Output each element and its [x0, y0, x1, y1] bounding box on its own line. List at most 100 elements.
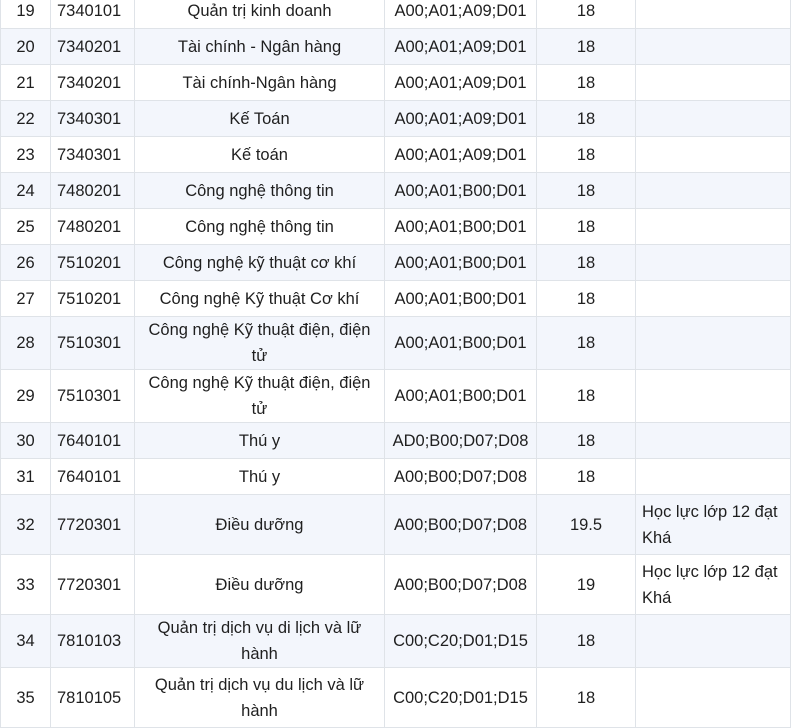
- table-row: 20 7340201 Tài chính - Ngân hàng A00;A01;A0…: [0, 28, 791, 65]
- cell-subject-combination: A00;B00;D07;D08: [384, 494, 537, 555]
- cell-score: 18: [536, 28, 636, 65]
- table-row: 24 7480201 Công nghệ thông tin A00;A01;B00;…: [0, 172, 791, 209]
- cell-subject-combination: A00;A01;B00;D01: [384, 208, 537, 245]
- cell-major-code: 7510301: [50, 316, 135, 370]
- cell-score: 18: [536, 458, 636, 495]
- cell-note: [635, 280, 791, 317]
- table-row: 25 7480201 Công nghệ thông tin A00;A01;B00;…: [0, 208, 791, 245]
- cell-stt: 21: [0, 64, 51, 101]
- admission-score-table: 19 7340101 Quản trị kinh doanh A00;A01;A09;…: [0, 0, 791, 728]
- cell-major-code: 7340201: [50, 28, 135, 65]
- cell-note: Học lực lớp 12 đạt Khá: [635, 554, 791, 615]
- cell-major-code: 7340201: [50, 64, 135, 101]
- cell-score: 18: [536, 136, 636, 173]
- cell-subject-combination: A00;B00;D07;D08: [384, 458, 537, 495]
- table-body: 19 7340101 Quản trị kinh doanh A00;A01;A09;…: [0, 0, 791, 728]
- table-row: 35 7810105 Quản trị dịch vụ du lịch và lữ …: [0, 667, 791, 728]
- cell-score: 18: [536, 244, 636, 281]
- cell-major-name: Công nghệ Kỹ thuật điện, điện tử: [134, 369, 385, 423]
- cell-major-name: Quản trị dịch vụ di lịch và lữ hành: [134, 614, 385, 668]
- cell-stt: 19: [0, 0, 51, 29]
- cell-stt: 31: [0, 458, 51, 495]
- cell-major-name: Công nghệ Kỹ thuật Cơ khí: [134, 280, 385, 317]
- cell-stt: 22: [0, 100, 51, 137]
- table-row: 31 7640101 Thú y A00;B00;D07;D08 18: [0, 458, 791, 495]
- cell-subject-combination: A00;A01;A09;D01: [384, 136, 537, 173]
- cell-major-code: 7510201: [50, 280, 135, 317]
- cell-subject-combination: A00;A01;A09;D01: [384, 64, 537, 101]
- cell-note: [635, 422, 791, 459]
- cell-major-code: 7340301: [50, 100, 135, 137]
- cell-subject-combination: A00;A01;B00;D01: [384, 172, 537, 209]
- cell-major-name: Thú y: [134, 422, 385, 459]
- cell-major-code: 7510201: [50, 244, 135, 281]
- cell-note: [635, 0, 791, 29]
- cell-note: [635, 28, 791, 65]
- cell-subject-combination: A00;A01;B00;D01: [384, 369, 537, 423]
- cell-subject-combination: A00;A01;B00;D01: [384, 316, 537, 370]
- cell-major-code: 7480201: [50, 172, 135, 209]
- cell-subject-combination: A00;A01;A09;D01: [384, 28, 537, 65]
- cell-subject-combination: C00;C20;D01;D15: [384, 614, 537, 668]
- cell-score: 18: [536, 64, 636, 101]
- table-row: 34 7810103 Quản trị dịch vụ di lịch và lữ …: [0, 614, 791, 668]
- cell-stt: 29: [0, 369, 51, 423]
- cell-major-name: Kế toán: [134, 136, 385, 173]
- cell-score: 18: [536, 280, 636, 317]
- cell-major-name: Quản trị kinh doanh: [134, 0, 385, 29]
- cell-note: [635, 458, 791, 495]
- cell-major-name: Tài chính - Ngân hàng: [134, 28, 385, 65]
- cell-stt: 28: [0, 316, 51, 370]
- cell-note: [635, 64, 791, 101]
- cell-stt: 20: [0, 28, 51, 65]
- table-row: 21 7340201 Tài chính-Ngân hàng A00;A01;A09;…: [0, 64, 791, 101]
- table-row: 28 7510301 Công nghệ Kỹ thuật điện, điện t…: [0, 316, 791, 370]
- cell-stt: 27: [0, 280, 51, 317]
- cell-score: 18: [536, 316, 636, 370]
- cell-subject-combination: A00;A01;B00;D01: [384, 280, 537, 317]
- cell-score: 19: [536, 554, 636, 615]
- cell-major-name: Công nghệ thông tin: [134, 172, 385, 209]
- cell-score: 18: [536, 208, 636, 245]
- table-row: 32 7720301 Điều dưỡng A00;B00;D07;D08 19.5 Họ…: [0, 494, 791, 555]
- cell-score: 18: [536, 369, 636, 423]
- table-row: 33 7720301 Điều dưỡng A00;B00;D07;D08 19 Học …: [0, 554, 791, 615]
- cell-score: 18: [536, 667, 636, 728]
- cell-subject-combination: A00;B00;D07;D08: [384, 554, 537, 615]
- cell-major-name: Thú y: [134, 458, 385, 495]
- cell-score: 19.5: [536, 494, 636, 555]
- table-row: 19 7340101 Quản trị kinh doanh A00;A01;A09;…: [0, 0, 791, 29]
- cell-major-name: Quản trị dịch vụ du lịch và lữ hành: [134, 667, 385, 728]
- cell-score: 18: [536, 422, 636, 459]
- cell-score: 18: [536, 172, 636, 209]
- cell-stt: 33: [0, 554, 51, 615]
- table-row: 29 7510301 Công nghệ Kỹ thuật điện, điện t…: [0, 369, 791, 423]
- cell-note: [635, 667, 791, 728]
- cell-major-code: 7480201: [50, 208, 135, 245]
- table-row: 30 7640101 Thú y AD0;B00;D07;D08 18: [0, 422, 791, 459]
- cell-score: 18: [536, 0, 636, 29]
- cell-note: Học lực lớp 12 đạt Khá: [635, 494, 791, 555]
- cell-major-name: Công nghệ thông tin: [134, 208, 385, 245]
- cell-major-code: 7340101: [50, 0, 135, 29]
- cell-major-code: 7720301: [50, 494, 135, 555]
- cell-note: [635, 208, 791, 245]
- cell-stt: 35: [0, 667, 51, 728]
- cell-score: 18: [536, 614, 636, 668]
- cell-note: [635, 369, 791, 423]
- table-row: 26 7510201 Công nghệ kỹ thuật cơ khí A00;A0…: [0, 244, 791, 281]
- cell-subject-combination: A00;A01;A09;D01: [384, 100, 537, 137]
- cell-subject-combination: C00;C20;D01;D15: [384, 667, 537, 728]
- table-row: 23 7340301 Kế toán A00;A01;A09;D01 18: [0, 136, 791, 173]
- cell-subject-combination: A00;A01;A09;D01: [384, 0, 537, 29]
- cell-major-code: 7640101: [50, 458, 135, 495]
- table-row: 27 7510201 Công nghệ Kỹ thuật Cơ khí A00;A0…: [0, 280, 791, 317]
- cell-major-name: Tài chính-Ngân hàng: [134, 64, 385, 101]
- cell-major-code: 7340301: [50, 136, 135, 173]
- cell-major-code: 7810103: [50, 614, 135, 668]
- cell-score: 18: [536, 100, 636, 137]
- cell-major-code: 7640101: [50, 422, 135, 459]
- cell-note: [635, 136, 791, 173]
- cell-subject-combination: A00;A01;B00;D01: [384, 244, 537, 281]
- cell-note: [635, 316, 791, 370]
